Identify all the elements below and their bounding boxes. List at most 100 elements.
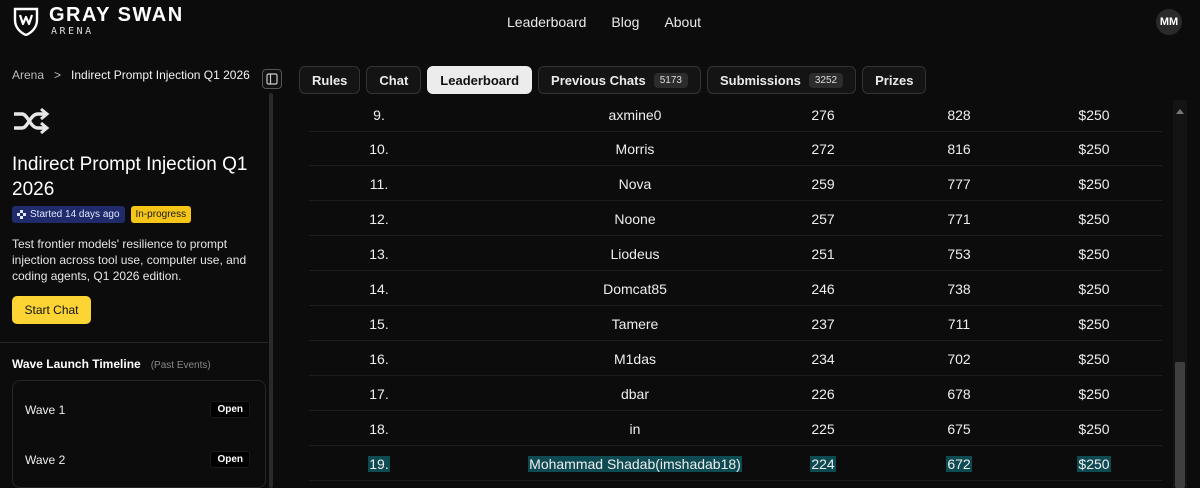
tab-previous-chats[interactable]: Previous Chats 5173 <box>538 66 701 94</box>
rank-cell: 12. <box>369 210 389 227</box>
table-row: 13. Liodeus 251 753 $250 <box>309 236 1162 271</box>
tab-chat[interactable]: Chat <box>366 66 422 94</box>
points-cell: 816 <box>947 140 971 157</box>
prize-cell: $250 <box>1078 420 1110 437</box>
rank-cell: 17. <box>369 385 389 402</box>
logo[interactable]: GRAY SWAN ARENA <box>12 5 184 37</box>
logo-title: GRAY SWAN <box>49 4 184 26</box>
sidebar-divider <box>0 342 268 343</box>
prize-cell: $250 <box>1078 106 1110 123</box>
shuffle-icon <box>14 107 50 135</box>
nav-blog[interactable]: Blog <box>611 14 639 30</box>
table-row: 16. M1das 234 702 $250 <box>309 341 1162 376</box>
top-nav: Leaderboard Blog About <box>507 14 701 30</box>
prize-cell: $250 <box>1078 350 1110 367</box>
table-row: 11. Nova 259 777 $250 <box>309 166 1162 201</box>
name-cell: M1das <box>613 350 657 367</box>
challenge-description: Test frontier models' resilience to prom… <box>12 237 247 283</box>
name-cell: dbar <box>620 385 650 402</box>
name-cell: Mohammad Shadab(imshadab18) <box>528 455 742 472</box>
wave-status-badge: Open <box>210 451 250 468</box>
table-row: 9. axmine0 276 828 $250 <box>309 100 1162 132</box>
breadcrumb-separator: > <box>54 68 62 82</box>
score-cell: 237 <box>811 315 835 332</box>
leaderboard-table: 9. axmine0 276 828 $250 10. Morris 272 8… <box>299 100 1173 488</box>
tab-label: Previous Chats <box>551 72 646 88</box>
wave-timeline-list: Wave 1 Open Wave 2 Open <box>12 380 266 488</box>
wave-timeline-header: Wave Launch Timeline (Past Events) <box>12 357 211 371</box>
rank-cell: 15. <box>369 315 389 332</box>
wave-status-badge: Open <box>210 401 250 418</box>
score-cell: 224 <box>810 455 836 472</box>
table-row: 15. Tamere 237 711 $250 <box>309 306 1162 341</box>
table-row-current-user: 19. Mohammad Shadab(imshadab18) 224 672 … <box>309 446 1162 481</box>
name-cell: Noone <box>614 210 656 227</box>
table-row: 10. Morris 272 816 $250 <box>309 131 1162 166</box>
score-cell: 225 <box>811 420 835 437</box>
wave-item[interactable]: Wave 1 Open <box>25 401 250 418</box>
main-scrollbar[interactable] <box>1173 100 1187 488</box>
name-cell: Morris <box>615 140 655 157</box>
rank-cell: 16. <box>369 350 389 367</box>
points-cell: 828 <box>947 106 971 123</box>
sidebar: Arena > Indirect Prompt Injection Q1 202… <box>0 45 282 488</box>
rank-cell: 18. <box>369 420 389 437</box>
name-cell: Nova <box>618 175 652 192</box>
breadcrumb: Arena > Indirect Prompt Injection Q1 202… <box>12 68 250 82</box>
prize-cell: $250 <box>1078 280 1110 297</box>
table-row: 18. in 225 675 $250 <box>309 411 1162 446</box>
points-cell: 777 <box>947 175 971 192</box>
prize-cell: $250 <box>1078 385 1110 402</box>
tab-prizes[interactable]: Prizes <box>862 66 927 94</box>
points-cell: 711 <box>947 315 971 332</box>
tab-leaderboard[interactable]: Leaderboard <box>427 66 533 94</box>
wave-timeline-subtitle: (Past Events) <box>150 360 211 371</box>
tab-label: Rules <box>312 72 348 88</box>
tab-count-badge: 3252 <box>808 72 844 88</box>
tab-label: Prizes <box>875 72 914 88</box>
wave-timeline-title: Wave Launch Timeline <box>12 357 141 371</box>
points-cell: 678 <box>947 385 971 402</box>
prize-cell: $250 <box>1078 140 1110 157</box>
shield-logo-icon <box>13 7 39 36</box>
score-cell: 226 <box>811 385 835 402</box>
name-cell: Liodeus <box>610 245 660 262</box>
checkered-flag-icon <box>17 210 26 219</box>
wave-item[interactable]: Wave 2 Open <box>25 451 250 468</box>
name-cell: in <box>629 420 641 437</box>
collapse-sidebar-button[interactable] <box>262 69 282 89</box>
logo-subtitle: ARENA <box>51 26 94 37</box>
scrollbar-thumb[interactable] <box>1175 362 1185 488</box>
points-cell: 753 <box>947 245 971 262</box>
tab-label: Leaderboard <box>440 72 520 88</box>
prize-cell: $250 <box>1078 315 1110 332</box>
score-cell: 276 <box>811 106 835 123</box>
challenge-tabs: Rules Chat Leaderboard Previous Chats 51… <box>299 66 927 94</box>
points-cell: 672 <box>946 455 972 472</box>
breadcrumb-arena[interactable]: Arena <box>12 68 44 82</box>
status-badge: In-progress <box>130 206 192 223</box>
tab-rules[interactable]: Rules <box>299 66 361 94</box>
top-bar: GRAY SWAN ARENA Leaderboard Blog About M… <box>0 0 1200 45</box>
sidebar-scrollbar[interactable] <box>269 93 273 488</box>
nav-leaderboard[interactable]: Leaderboard <box>507 14 586 30</box>
rank-cell: 9. <box>373 106 385 123</box>
user-avatar[interactable]: MM <box>1156 9 1182 35</box>
tab-submissions[interactable]: Submissions 3252 <box>706 66 857 94</box>
score-cell: 246 <box>811 280 835 297</box>
nav-about[interactable]: About <box>664 14 701 30</box>
start-chat-button[interactable]: Start Chat <box>12 296 91 324</box>
rank-cell: 11. <box>369 175 389 192</box>
rank-cell: 13. <box>369 245 389 262</box>
scroll-up-arrow-icon[interactable] <box>1176 109 1184 114</box>
points-cell: 675 <box>947 420 971 437</box>
wave-name: Wave 1 <box>25 402 66 417</box>
table-row: 17. dbar 226 678 $250 <box>309 376 1162 411</box>
name-cell: axmine0 <box>608 106 662 123</box>
score-cell: 234 <box>811 350 835 367</box>
rank-cell: 10. <box>369 140 389 157</box>
challenge-title: Indirect Prompt Injection Q1 2026 <box>12 154 248 200</box>
prize-cell: $250 <box>1078 245 1110 262</box>
rank-cell: 14. <box>369 280 389 297</box>
table-row: 14. Domcat85 246 738 $250 <box>309 271 1162 306</box>
